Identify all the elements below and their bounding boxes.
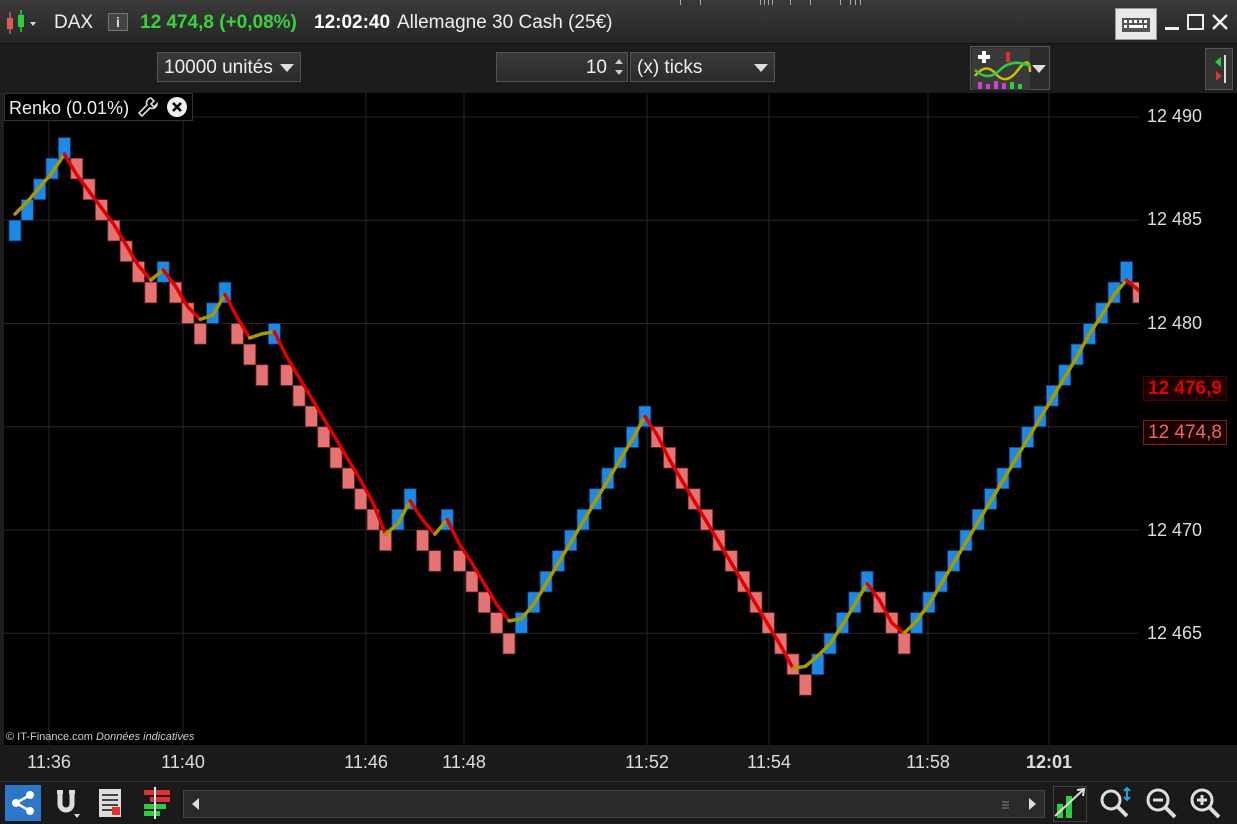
- scroll-right-icon[interactable]: [1020, 791, 1044, 817]
- price-tick: 12 480: [1147, 313, 1203, 333]
- add-indicator-icon: [972, 48, 1032, 90]
- notes-icon[interactable]: [96, 787, 124, 819]
- time-tick: 11:46: [344, 752, 388, 772]
- quantity-value: 10000 unités: [164, 57, 273, 78]
- renko-brick-down: [477, 591, 491, 614]
- minimize-icon[interactable]: [1163, 12, 1183, 32]
- moving-average-segment: [507, 617, 524, 623]
- volume-bars-icon: [680, 0, 861, 5]
- scroll-left-icon[interactable]: [184, 791, 208, 817]
- renko-brick-down: [897, 632, 911, 655]
- time-tick: 12:01: [1025, 752, 1073, 772]
- instrument-name: Allemagne 30 Cash (25€): [397, 12, 613, 33]
- candlestick-icon[interactable]: [4, 10, 38, 36]
- renko-brick-down: [243, 343, 257, 366]
- share-button[interactable]: [5, 785, 41, 821]
- horizontal-scrollbar[interactable]: [183, 790, 1045, 818]
- price-tick: 12 485: [1147, 209, 1203, 229]
- symbol-label[interactable]: DAX: [54, 12, 93, 34]
- time-tick: 11:54: [747, 752, 791, 772]
- info-icon[interactable]: i: [108, 13, 128, 31]
- magnet-icon[interactable]: [52, 786, 84, 820]
- renko-brick-down: [329, 446, 343, 469]
- clock-time: 12:02:40: [314, 12, 391, 33]
- stepper-icon[interactable]: [614, 56, 624, 78]
- indicator-label[interactable]: Renko (0.01%): [4, 93, 194, 121]
- split-arrows-icon: [1215, 55, 1226, 83]
- zoom-fit-icon[interactable]: [1097, 786, 1133, 822]
- renko-brick-down: [144, 281, 158, 304]
- copyright-brand: © IT-Finance.com: [6, 731, 93, 743]
- renko-brick-down: [490, 612, 504, 634]
- quantity-select[interactable]: 10000 unités: [157, 52, 301, 82]
- ticks-value: 10: [585, 57, 607, 78]
- renko-brick-down: [304, 405, 318, 428]
- copyright-note: © IT-Finance.com Données indicatives: [6, 731, 194, 743]
- order-toolbar: 10000 unités 10 (x) ticks: [0, 44, 1237, 92]
- last-price-box-upper: 12 476,9: [1143, 376, 1227, 401]
- renko-brick-down: [502, 632, 516, 655]
- price-axis[interactable]: 12 490 12 485 12 480 12 470 12 465: [1139, 93, 1237, 745]
- renko-brick-down: [255, 364, 269, 386]
- wrench-icon[interactable]: [137, 96, 159, 118]
- time-tick: 11:58: [906, 752, 950, 772]
- ticks-unit-value: (x) ticks: [637, 57, 703, 78]
- renko-brick-down: [416, 529, 429, 552]
- time-tick: 11:40: [161, 752, 205, 772]
- price-change: 12 474,8 (+0,08%): [140, 12, 297, 33]
- moving-average-segment: [247, 332, 264, 340]
- bottom-toolbar: [0, 781, 1237, 824]
- chevron-down-icon: [280, 64, 294, 72]
- time-tick: 11:52: [625, 752, 669, 772]
- indicators-button[interactable]: [970, 46, 1050, 90]
- renko-brick-down: [193, 323, 207, 345]
- keyboard-button[interactable]: [1115, 8, 1157, 40]
- renko-brick-down: [280, 364, 294, 386]
- close-icon[interactable]: [1210, 12, 1230, 32]
- last-price-box-lower: 12 474,8: [1143, 420, 1227, 445]
- time-axis[interactable]: 11:36 11:40 11:46 11:48 11:52 11:54 11:5…: [0, 745, 1237, 781]
- price-tick: 12 490: [1147, 106, 1203, 126]
- scroll-grip-icon: [1002, 801, 1009, 809]
- maximize-icon[interactable]: [1186, 12, 1206, 32]
- side-panel-toggle[interactable]: [1205, 48, 1233, 90]
- renko-brick-down: [317, 426, 331, 448]
- copyright-disclaimer: Données indicatives: [96, 731, 195, 743]
- renko-brick-down: [342, 467, 355, 490]
- renko-brick-up: [8, 219, 22, 242]
- renko-chart[interactable]: [4, 93, 1139, 745]
- time-tick: 11:36: [27, 752, 71, 772]
- renko-brick-down: [799, 674, 812, 696]
- indicator-name: Renko (0.01%): [9, 98, 130, 118]
- renko-brick-down: [292, 385, 306, 407]
- remove-indicator-icon[interactable]: [166, 96, 188, 118]
- chevron-down-icon: [1032, 65, 1046, 73]
- ticks-unit-select[interactable]: (x) ticks: [630, 52, 775, 82]
- price-tick: 12 465: [1147, 623, 1203, 643]
- title-bar: DAX i 12 474,8 (+0,08%) 12:02:40 Allemag…: [0, 0, 1237, 44]
- price-tick: 12 470: [1147, 520, 1203, 540]
- chevron-down-icon: [754, 64, 768, 72]
- zoom-in-icon[interactable]: [1188, 786, 1224, 822]
- keyboard-icon: [1122, 18, 1150, 32]
- auto-scale-icon[interactable]: [1053, 786, 1087, 822]
- renko-brick-down: [465, 570, 479, 593]
- renko-brick-down: [428, 550, 442, 572]
- ticks-input[interactable]: 10: [496, 52, 628, 82]
- depth-ladder-icon[interactable]: [140, 787, 174, 819]
- share-icon: [12, 791, 34, 815]
- zoom-out-icon[interactable]: [1144, 786, 1180, 822]
- moving-average-segment: [260, 330, 277, 336]
- time-tick: 11:48: [442, 752, 486, 772]
- moving-average-segment: [791, 664, 808, 671]
